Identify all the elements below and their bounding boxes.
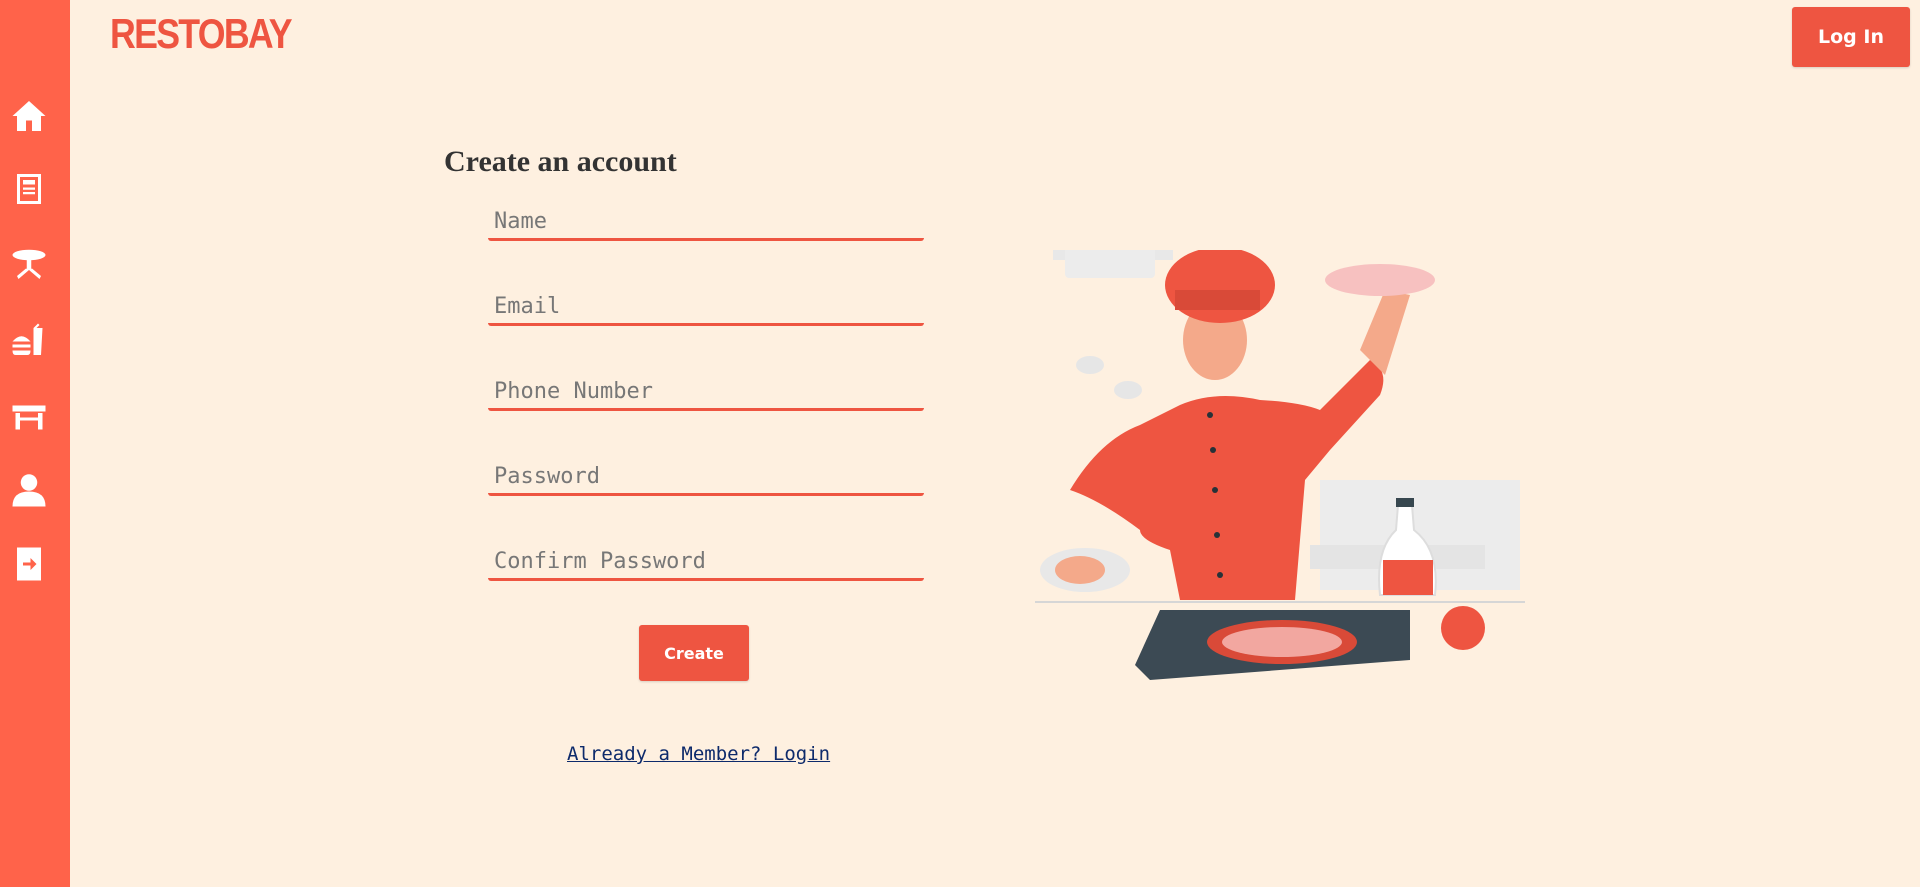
book-icon [17, 174, 41, 204]
email-field[interactable] [488, 290, 924, 326]
user-icon [12, 474, 46, 507]
sidebar-item-booking[interactable] [10, 397, 48, 435]
sidebar-item-home[interactable] [10, 97, 48, 135]
sidebar-item-profile[interactable] [10, 471, 48, 509]
phone-field[interactable] [488, 375, 924, 411]
button [1212, 487, 1218, 493]
tomato [1441, 606, 1485, 650]
bottle-liquid [1383, 560, 1433, 595]
login-link[interactable]: Already a Member? Login [567, 743, 830, 765]
form-title: Create an account [444, 145, 677, 178]
ladle [1076, 356, 1104, 374]
button [1217, 572, 1223, 578]
button [1214, 532, 1220, 538]
brand-logo[interactable]: RESTOBAY [110, 10, 293, 58]
button [1207, 412, 1213, 418]
pot [1065, 250, 1155, 278]
create-button[interactable]: Create [639, 625, 749, 681]
ladle [1114, 381, 1142, 399]
name-field[interactable] [488, 205, 924, 241]
chef-hand [1055, 556, 1105, 584]
sidebar-item-tables[interactable] [10, 245, 48, 283]
sidebar [0, 0, 70, 887]
chef-arm [1360, 290, 1410, 375]
password-field[interactable] [488, 460, 924, 496]
button [1210, 447, 1216, 453]
pizza-dough [1325, 264, 1435, 296]
sidebar-item-menu[interactable] [10, 170, 48, 208]
burger-drink-icon [12, 323, 43, 355]
sign-in-icon [17, 547, 41, 581]
chef-illustration [1035, 250, 1525, 680]
confirm-password-field[interactable] [488, 545, 924, 581]
home-icon [12, 101, 46, 131]
sidebar-item-logout[interactable] [10, 545, 48, 583]
hat-band [1175, 290, 1260, 310]
pizza-topping [1222, 627, 1342, 657]
bottle-cap [1396, 498, 1414, 507]
round-table-icon [12, 249, 46, 279]
sidebar-item-food[interactable] [10, 321, 48, 359]
login-button[interactable]: Log In [1792, 7, 1910, 67]
table-icon [12, 405, 46, 430]
chef-hat [1165, 250, 1275, 323]
